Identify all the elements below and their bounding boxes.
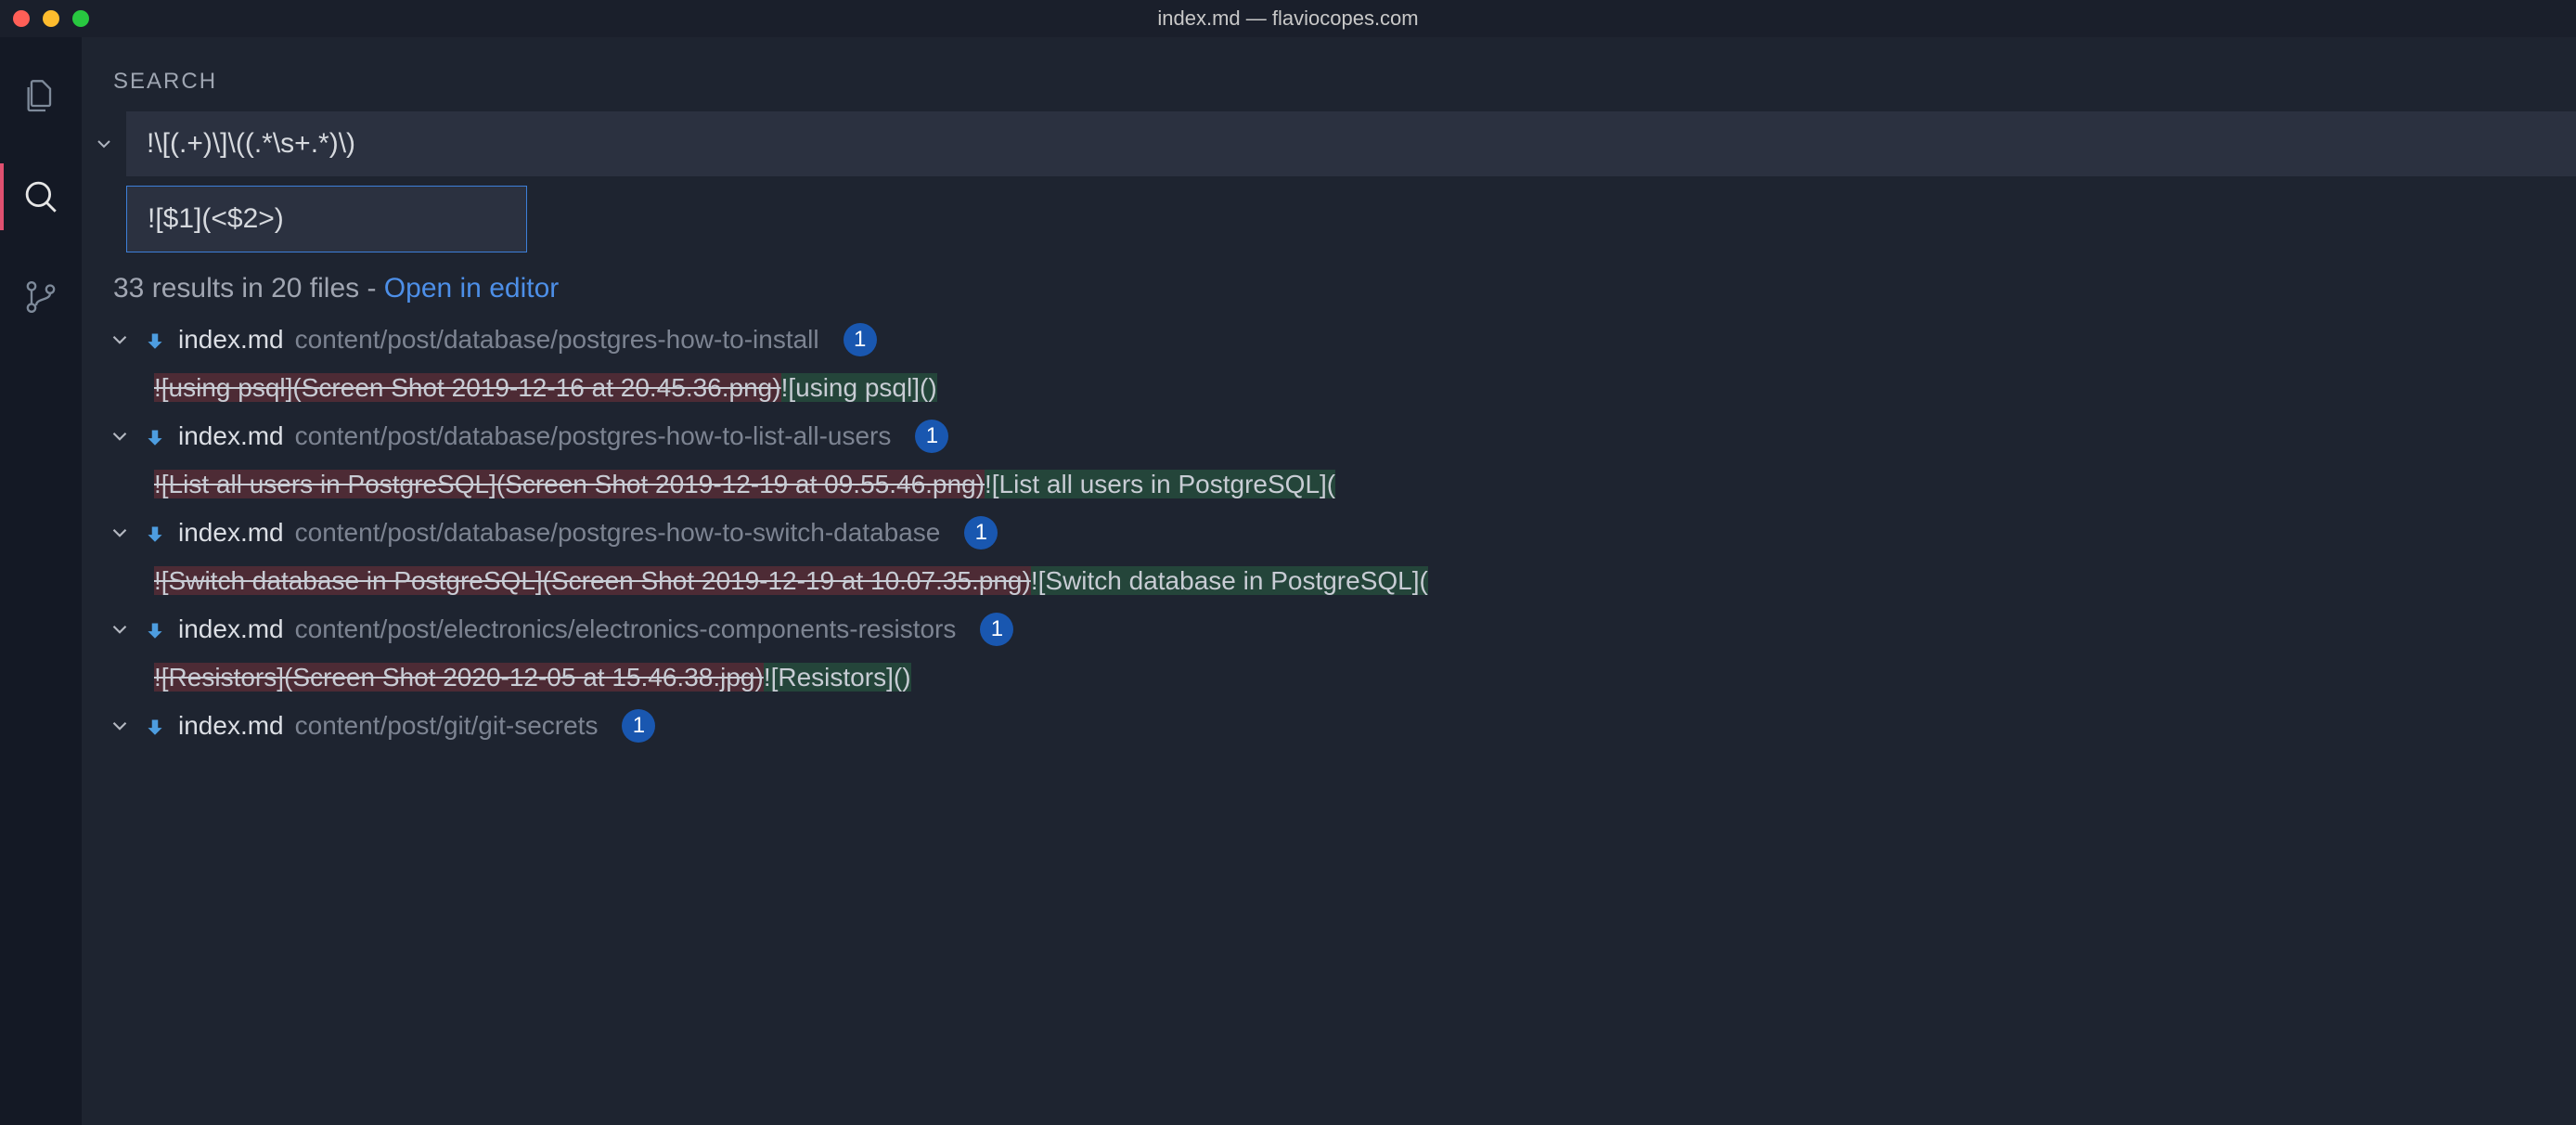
match-count-badge: 1: [980, 613, 1013, 646]
result-file-path: content/post/electronics/electronics-com…: [295, 614, 957, 644]
chevron-down-icon: [108, 521, 132, 545]
match-removed-text: ![Switch database in PostgreSQL](Screen …: [154, 566, 1031, 595]
result-match-row[interactable]: ![List all users in PostgreSQL](Screen S…: [95, 462, 2576, 507]
main-area: SEARCH 33 results in 20 files - Open in …: [0, 37, 2576, 1125]
replace-input[interactable]: [126, 186, 527, 252]
search-input[interactable]: [126, 111, 2576, 176]
result-file-path: content/post/database/postgres-how-to-li…: [295, 421, 892, 451]
result-file-name: index.md: [178, 518, 284, 548]
match-added-text: ![List all users in PostgreSQL](: [985, 470, 1335, 498]
markdown-file-icon: [143, 328, 167, 352]
search-tab[interactable]: [0, 163, 82, 230]
result-match-row[interactable]: ![using psql](Screen Shot 2019-12-16 at …: [95, 366, 2576, 410]
result-file-row[interactable]: index.md content/post/database/postgres-…: [95, 314, 2576, 366]
result-file-row[interactable]: index.md content/post/git/git-secrets 1: [95, 700, 2576, 752]
match-count-badge: 1: [844, 323, 877, 356]
result-file-path: content/post/git/git-secrets: [295, 711, 599, 741]
results-summary: 33 results in 20 files - Open in editor: [82, 252, 2576, 314]
results-list: index.md content/post/database/postgres-…: [82, 314, 2576, 752]
markdown-file-icon: [143, 714, 167, 738]
chevron-down-icon: [93, 133, 115, 155]
maximize-window-button[interactable]: [72, 10, 89, 27]
result-file-name: index.md: [178, 711, 284, 741]
markdown-file-icon: [143, 617, 167, 641]
match-count-badge: 1: [915, 420, 948, 453]
panel-title: SEARCH: [82, 52, 2576, 111]
match-added-text: ![Resistors](): [764, 663, 911, 692]
match-count-badge: 1: [964, 516, 998, 550]
search-inputs: [82, 111, 2576, 252]
chevron-down-icon: [108, 714, 132, 738]
search-icon: [21, 177, 60, 216]
activity-bar: [0, 37, 82, 1125]
chevron-down-icon: [108, 424, 132, 448]
markdown-file-icon: [143, 521, 167, 545]
result-file-row[interactable]: index.md content/post/electronics/electr…: [95, 603, 2576, 655]
match-removed-text: ![Resistors](Screen Shot 2020-12-05 at 1…: [154, 663, 764, 692]
search-panel: SEARCH 33 results in 20 files - Open in …: [82, 37, 2576, 1125]
open-in-editor-link[interactable]: Open in editor: [384, 273, 559, 304]
result-file-path: content/post/database/postgres-how-to-sw…: [295, 518, 941, 548]
window-title: index.md — flaviocopes.com: [1157, 6, 1418, 31]
match-added-text: ![using psql](): [781, 373, 937, 402]
result-match-row[interactable]: ![Resistors](Screen Shot 2020-12-05 at 1…: [95, 655, 2576, 700]
markdown-file-icon: [143, 424, 167, 448]
chevron-down-icon: [108, 328, 132, 352]
titlebar: index.md — flaviocopes.com: [0, 0, 2576, 37]
match-removed-text: ![List all users in PostgreSQL](Screen S…: [154, 470, 985, 498]
result-file-path: content/post/database/postgres-how-to-in…: [295, 325, 819, 355]
traffic-lights: [13, 10, 89, 27]
results-count-text: 33 results in 20 files -: [113, 273, 384, 304]
close-window-button[interactable]: [13, 10, 30, 27]
source-control-tab[interactable]: [0, 264, 82, 330]
match-removed-text: ![using psql](Screen Shot 2019-12-16 at …: [154, 373, 781, 402]
minimize-window-button[interactable]: [43, 10, 59, 27]
match-added-text: ![Switch database in PostgreSQL](: [1031, 566, 1428, 595]
result-file-name: index.md: [178, 614, 284, 644]
result-file-row[interactable]: index.md content/post/database/postgres-…: [95, 507, 2576, 559]
result-file-name: index.md: [178, 421, 284, 451]
explorer-tab[interactable]: [0, 63, 82, 130]
git-branch-icon: [22, 278, 59, 316]
result-file-row[interactable]: index.md content/post/database/postgres-…: [95, 410, 2576, 462]
result-match-row[interactable]: ![Switch database in PostgreSQL](Screen …: [95, 559, 2576, 603]
result-file-name: index.md: [178, 325, 284, 355]
toggle-replace-button[interactable]: [89, 112, 119, 175]
files-icon: [22, 78, 59, 115]
chevron-down-icon: [108, 617, 132, 641]
match-count-badge: 1: [622, 709, 655, 743]
